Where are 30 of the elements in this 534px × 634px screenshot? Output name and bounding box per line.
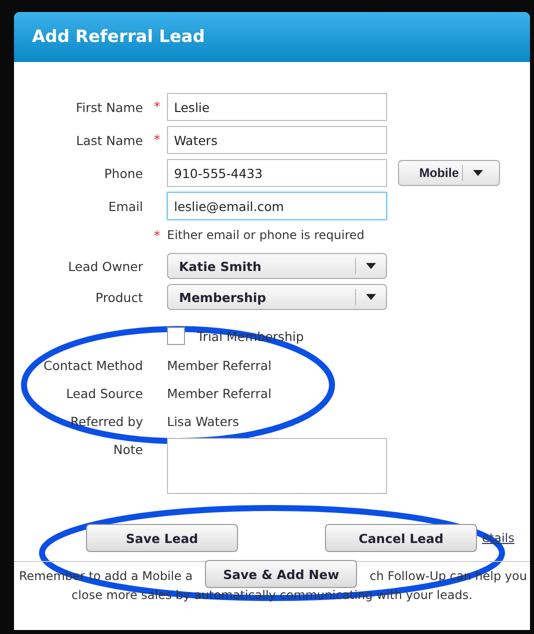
field-label: Phone <box>103 166 144 180</box>
required-mark: * <box>152 100 162 114</box>
field-label: Referred by <box>69 414 144 429</box>
save-and-new-button[interactable]: Save & Add New <box>205 560 358 588</box>
field-label: Contact Method <box>42 358 144 373</box>
phone-type-dropdown[interactable]: Mobile <box>398 160 500 186</box>
field-value: Member Referral <box>167 386 272 401</box>
dropdown[interactable]: Membership <box>167 284 387 310</box>
note-field[interactable] <box>167 438 387 494</box>
checkbox[interactable] <box>167 327 185 345</box>
required-mark: * <box>152 132 162 148</box>
field-value: Member Referral <box>167 358 272 373</box>
window-title: Add Referral Lead <box>14 12 530 62</box>
field-label: Email <box>107 198 144 214</box>
hint-text: Either email or phone is required <box>167 228 366 242</box>
save-button[interactable]: Save Lead <box>86 524 238 552</box>
field-label: Product <box>94 290 144 304</box>
input-field[interactable]: Leslie <box>167 93 387 121</box>
field-label: Note <box>112 442 144 457</box>
cancel-button[interactable]: Cancel Lead <box>325 524 477 552</box>
field-label: Lead Source <box>65 386 144 401</box>
input-field[interactable]: leslie@email.com <box>167 192 387 220</box>
field-label: First Name <box>74 100 144 114</box>
field-label: Lead Owner <box>67 258 144 274</box>
field-label: Last Name <box>75 132 144 148</box>
input-field[interactable]: Waters <box>167 126 387 154</box>
dropdown[interactable]: Katie Smith <box>167 253 387 279</box>
required-mark: * <box>152 229 162 244</box>
field-value: Lisa Waters <box>167 414 240 429</box>
input-field[interactable]: 910-555-4433 <box>167 159 387 187</box>
